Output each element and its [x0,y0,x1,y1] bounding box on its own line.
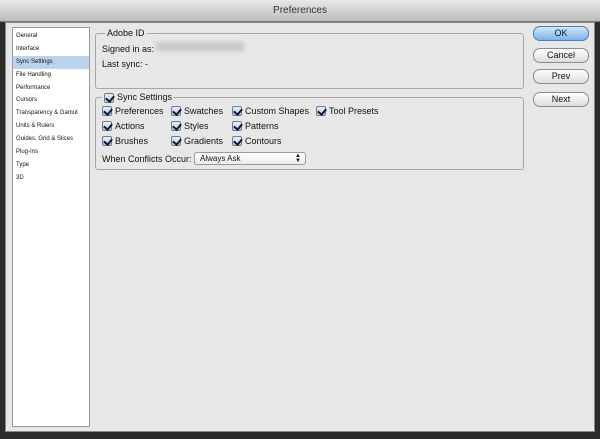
checkbox-gradients[interactable]: Gradients [171,136,223,146]
conflicts-select-value: Always Ask [200,154,241,163]
conflicts-select[interactable]: Always Ask ▲ ▼ [194,152,306,165]
checkbox-icon [104,92,114,103]
checkbox-label: Gradients [184,136,224,146]
category-list: General Interface Sync Settings File Han… [12,27,90,427]
checkbox-icon [171,106,181,116]
checkbox-label: Actions [115,121,145,131]
checkbox-icon [102,136,112,146]
checkbox-icon [102,106,112,116]
signed-in-label: Signed in as: [102,44,155,54]
sidebar-item-file-handling[interactable]: File Handling [13,69,89,82]
sidebar-item-units-rulers[interactable]: Units & Rulers [13,120,89,133]
sidebar-item-guides-grid-slices[interactable]: Guides, Grid & Slices [13,133,89,146]
checkbox-swatches[interactable]: Swatches [171,106,223,116]
adobe-id-title: Adobe ID [105,28,147,39]
ok-button[interactable]: OK [533,26,589,41]
sync-settings-title: Sync Settings [117,92,173,102]
checkbox-label: Brushes [115,136,149,146]
sidebar-item-general[interactable]: General [13,30,89,43]
checkbox-icon [232,136,242,146]
cancel-button[interactable]: Cancel [533,48,589,63]
sidebar-item-cursors[interactable]: Cursors [13,94,89,107]
checkbox-label: Styles [184,121,209,131]
select-arrows-icon: ▲ ▼ [295,153,301,164]
checkbox-label: Patterns [245,121,279,131]
checkbox-contours[interactable]: Contours [232,136,282,146]
checkbox-label: Contours [245,136,282,146]
checkbox-preferences[interactable]: Preferences [102,106,164,116]
sidebar-item-type[interactable]: Type [13,159,89,172]
checkbox-brushes[interactable]: Brushes [102,136,148,146]
sidebar-item-performance[interactable]: Performance [13,82,89,95]
checkbox-label: Tool Presets [329,106,379,116]
last-sync-value: - [145,59,148,69]
checkbox-styles[interactable]: Styles [171,121,209,131]
checkbox-label: Preferences [115,106,164,116]
dialog-content: General Interface Sync Settings File Han… [5,22,595,432]
redacted-email [156,42,244,51]
checkbox-label: Custom Shapes [245,106,310,116]
last-sync-label: Last sync: [102,59,143,69]
checkbox-custom-shapes[interactable]: Custom Shapes [232,106,309,116]
sidebar-item-transparency-gamut[interactable]: Transparency & Gamut [13,107,89,120]
checkbox-icon [102,121,112,131]
sidebar-item-3d[interactable]: 3D [13,172,89,185]
prev-button[interactable]: Prev [533,69,589,84]
preferences-window: Preferences General Interface Sync Setti… [0,0,600,439]
checkbox-icon [316,106,326,116]
sync-settings-group: Sync Settings Preferences Swatches Custo… [95,92,524,170]
window-title: Preferences [0,0,600,22]
next-button[interactable]: Next [533,92,589,107]
checkbox-icon [171,136,181,146]
checkbox-icon [171,121,181,131]
checkbox-actions[interactable]: Actions [102,121,145,131]
checkbox-icon [232,106,242,116]
sync-settings-toggle[interactable]: Sync Settings [102,92,175,103]
adobe-id-group: Adobe ID Signed in as: Last sync: - [95,28,524,89]
checkbox-patterns[interactable]: Patterns [232,121,279,131]
sidebar-item-plug-ins[interactable]: Plug-Ins [13,146,89,159]
sidebar-item-sync-settings[interactable]: Sync Settings [13,55,89,69]
sidebar-item-interface[interactable]: Interface [13,43,89,56]
checkbox-tool-presets[interactable]: Tool Presets [316,106,379,116]
checkbox-icon [232,121,242,131]
conflicts-label: When Conflicts Occur: [102,154,192,164]
checkbox-label: Swatches [184,106,224,116]
